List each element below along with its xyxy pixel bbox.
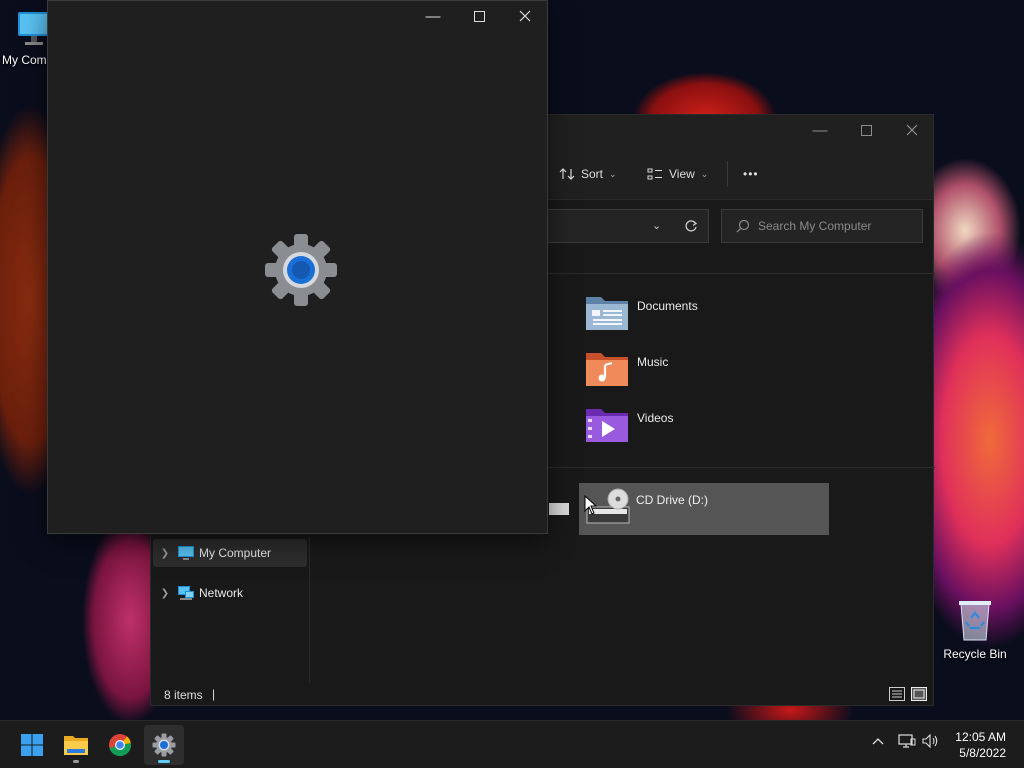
taskbar-file-explorer[interactable] [56, 725, 96, 765]
status-separator: | [212, 687, 216, 701]
chevron-up-icon [872, 738, 884, 745]
minimize-button[interactable]: — [410, 1, 456, 31]
tiles-view-icon [911, 687, 927, 701]
network-tray-button[interactable] [898, 733, 916, 752]
file-explorer-icon [64, 736, 88, 755]
network-icon [178, 586, 194, 600]
status-bar: 8 items | [151, 683, 933, 705]
clock-time: 12:05 AM [955, 730, 1006, 744]
recycle-bin-icon [959, 601, 991, 641]
nav-item-label: My Computer [199, 546, 272, 560]
active-indicator [158, 760, 170, 763]
drive-cd-d[interactable]: CD Drive (D:) [579, 483, 829, 535]
start-icon [21, 734, 43, 756]
view-icon [647, 168, 662, 180]
minimize-icon: — [812, 121, 828, 139]
maximize-icon [473, 10, 485, 22]
maximize-button[interactable] [456, 1, 502, 31]
folder-music[interactable]: Music [585, 349, 825, 393]
desktop-icon-label: My Com [2, 53, 47, 67]
documents-folder-icon [586, 297, 628, 330]
settings-window: — [47, 0, 548, 534]
chevron-down-icon: ⌄ [700, 168, 709, 179]
mouse-cursor-icon [584, 495, 598, 515]
folder-label: Music [637, 355, 669, 369]
clock-date: 5/8/2022 [959, 746, 1006, 760]
chrome-icon [109, 734, 131, 757]
taskbar: 12:05 AM 5/8/2022 [0, 720, 1024, 768]
sort-icon [559, 168, 575, 180]
chevron-right-icon[interactable]: ❯ [153, 588, 177, 599]
gear-icon [265, 234, 337, 306]
minimize-button[interactable]: — [797, 115, 843, 145]
volume-icon [922, 733, 938, 749]
start-button[interactable] [12, 725, 52, 765]
view-button[interactable]: View ⌄ [647, 163, 708, 185]
view-label: View [669, 167, 695, 181]
drive-bar [549, 503, 569, 515]
more-icon: ••• [743, 167, 759, 181]
details-view-icon [889, 687, 905, 701]
close-icon [519, 10, 531, 22]
chevron-down-icon[interactable]: ⌄ [652, 219, 661, 232]
more-options-button[interactable]: ••• [743, 163, 759, 185]
running-indicator [73, 760, 79, 763]
folder-videos[interactable]: Videos [585, 405, 825, 449]
desktop-icon-my-computer[interactable]: My Com [0, 10, 52, 67]
computer-icon [178, 546, 194, 560]
close-icon [906, 124, 918, 136]
music-folder-icon [586, 353, 628, 386]
desktop-icon-label: Recycle Bin [943, 647, 1007, 661]
folder-documents[interactable]: Documents [585, 293, 825, 337]
close-button[interactable] [502, 1, 548, 31]
details-view-button[interactable] [889, 687, 905, 704]
chevron-right-icon[interactable]: ❯ [153, 548, 177, 559]
minimize-icon: — [425, 7, 441, 25]
item-count: 8 items [164, 688, 203, 702]
search-box[interactable]: Search My Computer [721, 209, 923, 243]
folder-label: Documents [637, 299, 698, 313]
nav-item-network[interactable]: ❯ Network [153, 579, 307, 607]
chevron-down-icon: ⌄ [609, 168, 617, 179]
drive-label: CD Drive (D:) [636, 493, 708, 507]
close-button[interactable] [889, 115, 935, 145]
search-icon [736, 219, 750, 233]
navigation-pane: ❯ My Computer ❯ Network [151, 537, 310, 683]
system-clock[interactable]: 12:05 AM 5/8/2022 [955, 729, 1006, 761]
nav-item-label: Network [199, 586, 244, 600]
desktop-icon-recycle-bin[interactable]: Recycle Bin [939, 598, 1011, 661]
search-input[interactable]: Search My Computer [758, 219, 871, 233]
show-hidden-icons-button[interactable] [872, 733, 884, 749]
sort-label: Sort [581, 167, 604, 181]
settings-icon [152, 733, 176, 757]
taskbar-settings[interactable] [144, 725, 184, 765]
volume-tray-button[interactable] [922, 733, 940, 752]
maximize-button[interactable] [843, 115, 889, 145]
refresh-icon[interactable] [684, 219, 698, 233]
tiles-view-button[interactable] [911, 687, 927, 704]
sort-button[interactable]: Sort ⌄ [559, 163, 617, 185]
maximize-icon [860, 124, 872, 136]
videos-folder-icon [586, 409, 628, 442]
network-tray-icon [898, 734, 916, 748]
nav-item-my-computer[interactable]: ❯ My Computer [153, 539, 307, 567]
toolbar-separator [727, 161, 728, 187]
taskbar-chrome[interactable] [100, 725, 140, 765]
folder-label: Videos [637, 411, 674, 425]
